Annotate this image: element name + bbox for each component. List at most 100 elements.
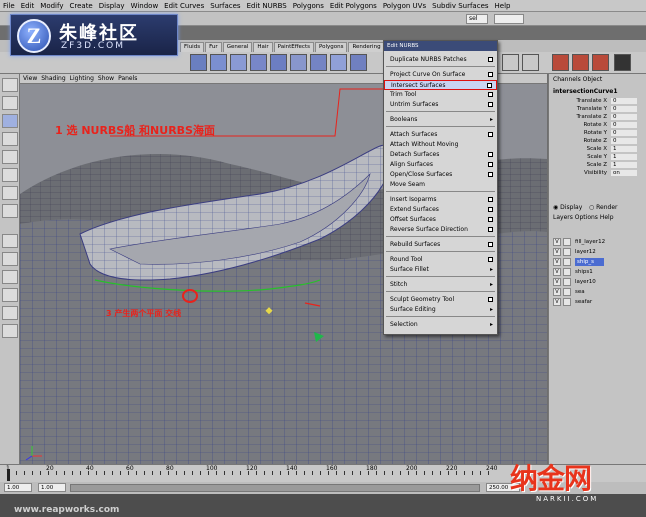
menu-item-reverse-surface-direction[interactable]: Reverse Surface Direction (384, 225, 497, 235)
move-tool-icon[interactable] (2, 132, 18, 146)
layer-visibility-toggle[interactable]: V (553, 298, 561, 306)
nurbs-cylinder-icon[interactable] (230, 54, 247, 71)
menu-item-surface-editing[interactable]: Surface Editing ▸ (384, 305, 497, 315)
layer-row[interactable]: Vlayer10 (553, 278, 639, 287)
current-time-marker[interactable] (7, 469, 10, 481)
menu-help[interactable]: Help (495, 2, 511, 10)
option-box-icon[interactable] (488, 72, 493, 77)
single-pane-layout-icon[interactable] (2, 234, 18, 248)
menu-surfaces[interactable]: Surfaces (210, 2, 240, 10)
channel-rotate-y[interactable]: Rotate Y 0 (549, 130, 639, 138)
scale-tool-icon[interactable] (2, 168, 18, 182)
mel-icon[interactable] (552, 54, 569, 71)
paint-select-tool-icon[interactable] (2, 114, 18, 128)
history-icon[interactable] (502, 54, 519, 71)
menu-item-round-tool[interactable]: Round Tool (384, 255, 497, 265)
polygon-count-icon[interactable] (614, 54, 631, 71)
menu-item-extend-surfaces[interactable]: Extend Surfaces (384, 205, 497, 215)
menu-item-duplicate-nurbs-patches[interactable]: Duplicate NURBS Patches (384, 55, 497, 65)
menu-item-attach-surfaces[interactable]: Attach Surfaces (384, 130, 497, 140)
panel-menu-panels[interactable]: Panels (118, 75, 137, 82)
nurbs-sphere-icon[interactable] (190, 54, 207, 71)
render-radio[interactable]: ○ Render (589, 204, 618, 211)
layer-row[interactable]: Vlayer12 (553, 248, 639, 257)
channel-value[interactable]: 1 (611, 162, 637, 168)
menu-window[interactable]: Window (131, 2, 159, 10)
option-box-icon[interactable] (488, 162, 493, 167)
layer-row[interactable]: Vship_s (553, 258, 639, 267)
channel-value[interactable]: 1 (611, 154, 637, 160)
menu-modify[interactable]: Modify (40, 2, 63, 10)
channel-value[interactable]: 0 (611, 138, 637, 144)
layer-visibility-toggle[interactable]: V (553, 268, 561, 276)
option-box-icon[interactable] (488, 257, 493, 262)
shelf-tab-fluids[interactable]: Fluids (180, 42, 205, 52)
select-tool-icon[interactable] (2, 78, 18, 92)
layer-type-toggle[interactable] (563, 248, 571, 256)
nurbs-cone-icon[interactable] (250, 54, 267, 71)
channel-scale-y[interactable]: Scale Y 1 (549, 154, 639, 162)
range-slider-bar[interactable] (70, 484, 480, 492)
channel-value[interactable]: 0 (611, 130, 637, 136)
menu-item-project-curve-on-surface[interactable]: Project Curve On Surface (384, 70, 497, 80)
channel-scale-x[interactable]: Scale X 1 (549, 146, 639, 154)
menu-item-align-surfaces[interactable]: Align Surfaces (384, 160, 497, 170)
start-time-field[interactable]: 1.00 (4, 483, 32, 492)
channel-value[interactable]: 0 (611, 106, 637, 112)
menu-file[interactable]: File (3, 2, 15, 10)
channel-visibility[interactable]: Visibility on (549, 170, 639, 178)
option-box-icon[interactable] (488, 152, 493, 157)
panel-menu-shading[interactable]: Shading (41, 75, 65, 82)
menu-item-attach-without-moving[interactable]: Attach Without Moving (384, 140, 497, 150)
loft-icon[interactable] (350, 54, 367, 71)
lasso-tool-icon[interactable] (2, 96, 18, 110)
select-field[interactable]: sel (466, 14, 488, 24)
menu-item-selection[interactable]: Selection ▸ (384, 320, 497, 330)
layer-type-toggle[interactable] (563, 288, 571, 296)
panel-menu-show[interactable]: Show (98, 75, 114, 82)
name-field[interactable] (494, 14, 524, 24)
channel-value[interactable]: 0 (611, 98, 637, 104)
mel-bl-icon[interactable] (592, 54, 609, 71)
curve-tool-icon[interactable] (310, 54, 327, 71)
menu-edit[interactable]: Edit (21, 2, 35, 10)
option-box-icon[interactable] (488, 92, 493, 97)
menu-item-detach-surfaces[interactable]: Detach Surfaces (384, 150, 497, 160)
layer-type-toggle[interactable] (563, 298, 571, 306)
menu-edit-polygons[interactable]: Edit Polygons (330, 2, 377, 10)
curve-icon[interactable] (522, 54, 539, 71)
menu-subdiv-surfaces[interactable]: Subdiv Surfaces (432, 2, 488, 10)
layer-row[interactable]: Vseafar (553, 298, 639, 307)
shelf-tab-polygons[interactable]: Polygons (314, 42, 348, 52)
layer-visibility-toggle[interactable]: V (553, 288, 561, 296)
menu-edit-nurbs[interactable]: Edit NURBS (247, 2, 287, 10)
layer-visibility-toggle[interactable]: V (553, 258, 561, 266)
panel-menu-view[interactable]: View (23, 75, 37, 82)
channel-translate-z[interactable]: Translate Z0 (549, 114, 639, 122)
menu-item-open-close-surfaces[interactable]: Open/Close Surfaces (384, 170, 497, 180)
channel-box-tabs[interactable]: Channels Object (553, 76, 602, 83)
menu-item-stitch[interactable]: Stitch ▸ (384, 280, 497, 290)
channel-rotate-z[interactable]: Rotate Z 0 (549, 138, 639, 146)
layer-type-toggle[interactable] (563, 268, 571, 276)
soft-mod-tool-icon[interactable] (2, 204, 18, 218)
layer-row[interactable]: Vfill_layer12 (553, 238, 639, 247)
revolve-icon[interactable] (330, 54, 347, 71)
menu-create[interactable]: Create (69, 2, 92, 10)
channel-value[interactable]: on (611, 170, 637, 176)
layer-type-toggle[interactable] (563, 258, 571, 266)
menu-edit-curves[interactable]: Edit Curves (164, 2, 204, 10)
shelf-tab-fur[interactable]: Fur (205, 42, 222, 52)
option-box-icon[interactable] (488, 172, 493, 177)
layer-type-toggle[interactable] (563, 238, 571, 246)
nurbs-plane-icon[interactable] (270, 54, 287, 71)
menu-item-sculpt-geometry-tool[interactable]: Sculpt Geometry Tool (384, 295, 497, 305)
menu-polygons[interactable]: Polygons (293, 2, 324, 10)
display-radio[interactable]: ◉ Display (553, 204, 582, 211)
nurbs-torus-icon[interactable] (290, 54, 307, 71)
channel-rotate-x[interactable]: Rotate X 0 (549, 122, 639, 130)
menu-item-surface-fillet[interactable]: Surface Fillet ▸ (384, 265, 497, 275)
nurbs-cube-icon[interactable] (210, 54, 227, 71)
panel-menu-lighting[interactable]: Lighting (70, 75, 94, 82)
layer-visibility-toggle[interactable]: V (553, 248, 561, 256)
